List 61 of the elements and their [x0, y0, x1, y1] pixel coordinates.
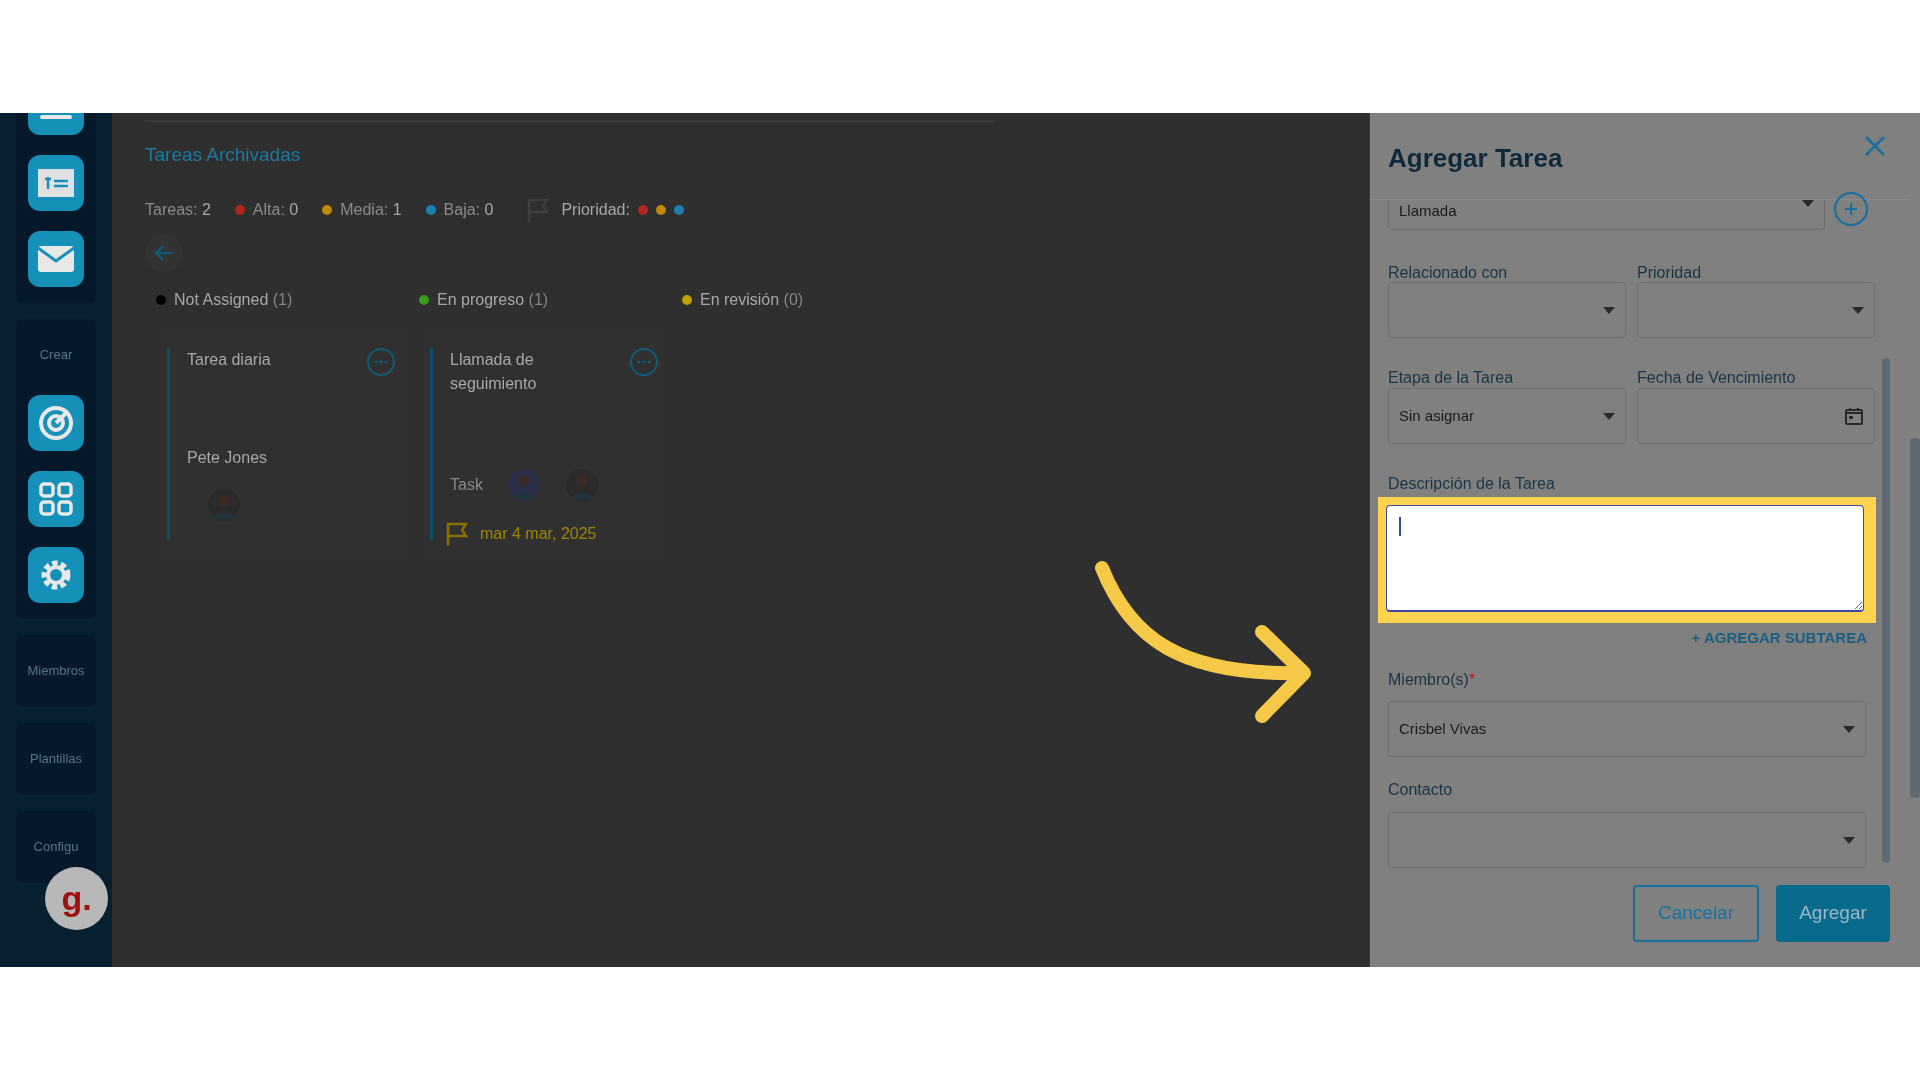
card-title: Llamada de seguimiento: [450, 350, 538, 394]
dropdown-field[interactable]: Sin asignar: [1388, 388, 1626, 444]
close-icon[interactable]: [1864, 135, 1886, 157]
dropdown-field[interactable]: [1637, 282, 1875, 338]
more-options-icon[interactable]: [630, 348, 658, 376]
field-label: Descripción de la Tarea: [1388, 474, 1555, 494]
sidebar-label[interactable]: Crear: [39, 347, 73, 363]
description-field[interactable]: [1386, 505, 1864, 612]
person-avatar-icon: [506, 468, 541, 502]
dropdown-caret-icon: [1603, 412, 1615, 420]
date-field[interactable]: [1637, 388, 1875, 444]
sidebar-button[interactable]: [28, 155, 84, 211]
field-label: Etapa de la Tarea: [1388, 368, 1514, 388]
due-date: mar 4 mar, 2025: [480, 524, 597, 544]
grid-icon: [38, 481, 74, 517]
page-title[interactable]: Tareas Archivadas: [145, 141, 301, 170]
person-avatar-icon: [564, 468, 599, 502]
stat-text: Media: 1: [340, 200, 402, 220]
dropdown-caret-icon: [1843, 836, 1855, 844]
dropdown-field[interactable]: [1388, 282, 1626, 338]
sidebar-button[interactable]: [28, 231, 84, 287]
target-icon: [38, 405, 74, 441]
sidebar-label[interactable]: Miembros: [27, 663, 85, 679]
priority-label: Prioridad:: [561, 200, 630, 220]
card-title: Tarea diaria: [187, 350, 272, 370]
scrollbar[interactable]: [1910, 438, 1920, 798]
field-label: Relacionado con: [1388, 263, 1508, 283]
sidebar-button[interactable]: [28, 395, 84, 451]
field-label: Contacto: [1388, 780, 1453, 800]
calendar-icon: [1844, 406, 1864, 426]
add-button[interactable]: Agregar: [1776, 885, 1890, 942]
back-button[interactable]: [145, 234, 183, 272]
stat-text: Tareas: 2: [145, 200, 211, 220]
dropdown-caret-icon: [1843, 725, 1855, 733]
sidebar-button[interactable]: [28, 471, 84, 527]
panel-title: Agregar Tarea: [1388, 142, 1563, 175]
assignee-name: Pete Jones: [187, 448, 268, 468]
sidebar-label[interactable]: Plantillas: [30, 751, 82, 767]
task-type: Task: [450, 475, 483, 495]
field-label: Fecha de Vencimiento: [1637, 368, 1796, 388]
person-avatar-icon: [207, 488, 241, 522]
add-icon[interactable]: [1834, 192, 1868, 226]
sidebar-label[interactable]: Configu: [33, 839, 79, 855]
text-cursor: [1399, 517, 1401, 536]
dropdown-caret-icon: [1852, 306, 1864, 314]
dropdown-caret-icon: [1603, 306, 1615, 314]
scrollbar[interactable]: [1882, 358, 1890, 863]
sidebar-button[interactable]: [28, 547, 84, 603]
field-label: Miembro(s)*: [1388, 670, 1476, 690]
field-label: Prioridad: [1637, 263, 1702, 283]
stat-text: Baja: 0: [443, 200, 494, 220]
column-title: En revisión (0): [700, 290, 804, 310]
more-options-icon[interactable]: [367, 348, 395, 376]
stat-text: Alta: 0: [252, 200, 299, 220]
column-title: Not Assigned (1): [174, 290, 293, 310]
dropdown-field[interactable]: Crisbel Vivas: [1388, 701, 1866, 757]
dropdown-field[interactable]: [1388, 812, 1866, 868]
dropdown-field[interactable]: Llamada: [1388, 200, 1825, 230]
back-arrow-icon: [154, 243, 174, 263]
logo-avatar: g.: [45, 867, 108, 930]
column-title: En progreso (1): [437, 290, 549, 310]
